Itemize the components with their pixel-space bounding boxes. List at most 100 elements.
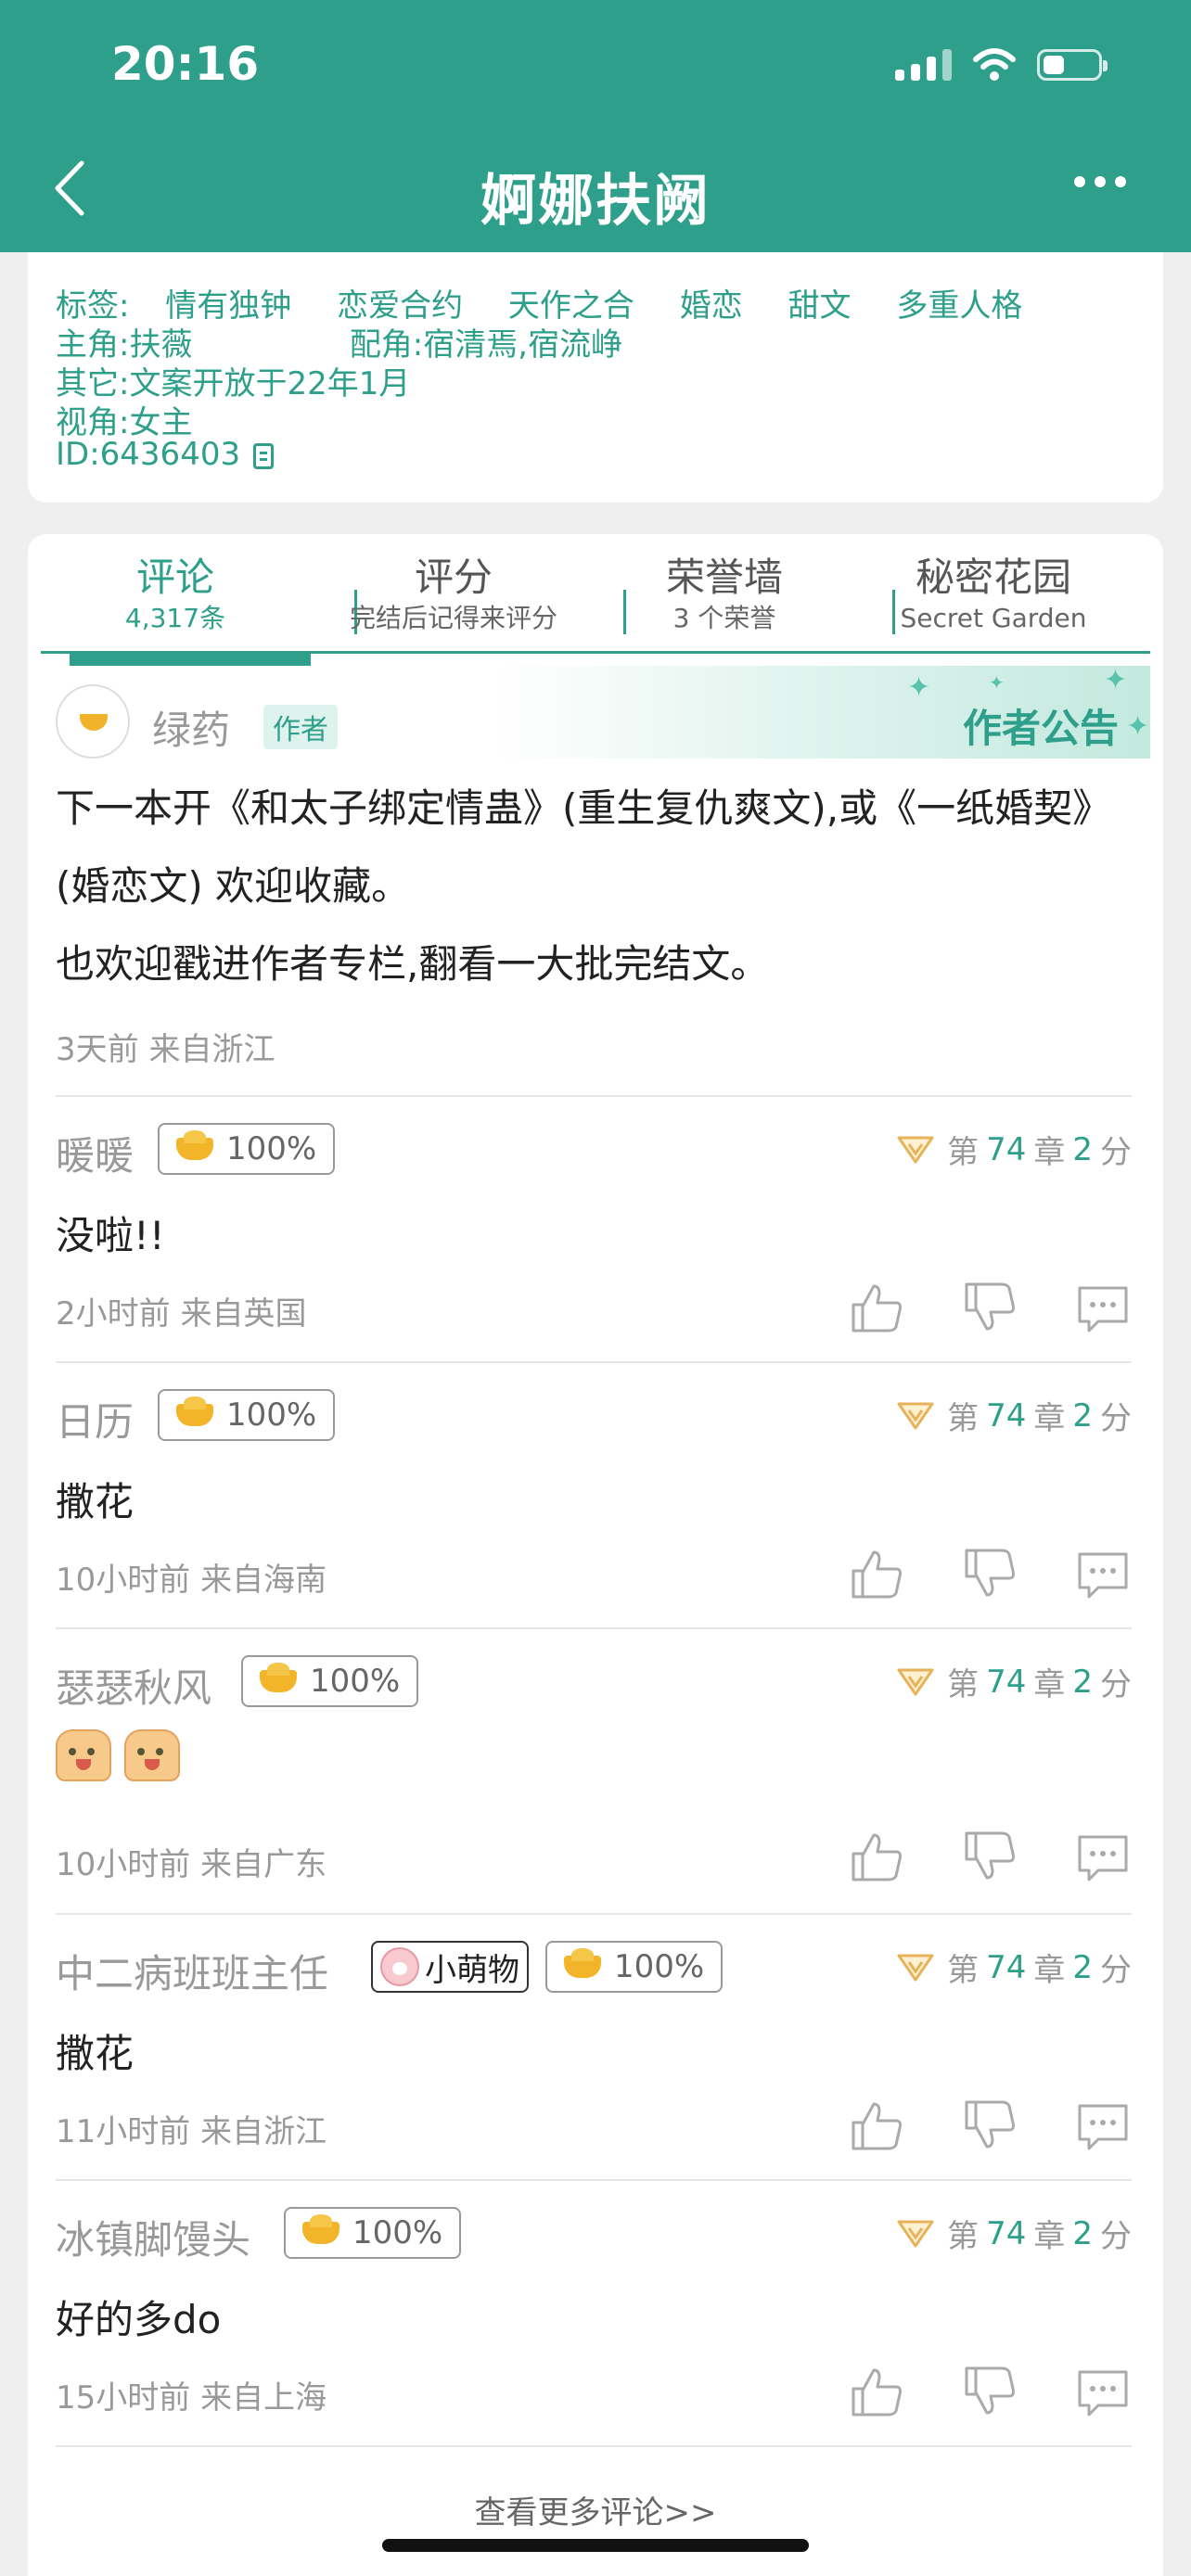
tag[interactable]: 甜文 — [788, 287, 852, 325]
cheering-emoji-icon — [56, 1729, 111, 1781]
tab-sub: 3 个荣誉 — [672, 603, 776, 633]
vip-v-icon — [897, 2220, 934, 2247]
commenter-name[interactable]: 冰镇脚馒头 — [56, 2209, 250, 2265]
thumbs-up-icon[interactable] — [848, 2363, 905, 2420]
gold-ingot-icon — [564, 1948, 601, 1978]
tab-bar: 评论 4,317条 评分 完结后记得来评分 荣誉墙 3 个荣誉 秘密花园 Sec… — [41, 553, 1150, 642]
comment-item: 暖暖 100% 第 74 章 2 分 没啦!! 2小时前 来自英国 — [56, 1097, 1132, 1363]
chapter-prefix: 第 — [947, 2218, 980, 2255]
tab-secret-garden[interactable]: 秘密花园 Secret Garden — [859, 553, 1128, 634]
active-tab-indicator — [70, 653, 311, 666]
gold-ingot-icon — [302, 2214, 339, 2244]
commenter-name[interactable]: 瑟瑟秋风 — [56, 1657, 211, 1714]
comment-actions — [848, 2363, 1132, 2420]
gold-ingot-icon — [260, 1663, 297, 1692]
comment-actions — [848, 1828, 1132, 1885]
author-badge: 作者 — [263, 705, 338, 749]
chapter-number: 74 — [986, 1130, 1027, 1168]
chapter-number: 74 — [986, 1948, 1027, 1986]
announcement-label: 作者公告 — [962, 706, 1119, 751]
tab-label: 秘密花园 — [915, 555, 1071, 600]
commenter-name[interactable]: 暖暖 — [56, 1125, 134, 1181]
sparkle-icon: ✦ — [907, 671, 931, 704]
chapter-score: 第 74 章 2 分 — [897, 1659, 1132, 1704]
chapter-number: 74 — [986, 1396, 1027, 1435]
comment-item: 日历 100% 第 74 章 2 分 撒花 10小时前 来自海南 — [56, 1363, 1132, 1629]
thumbs-down-icon[interactable] — [961, 1545, 1018, 1602]
comment-meta: 11小时前 来自浙江 — [56, 2113, 327, 2150]
commenter-name[interactable]: 中二病班班主任 — [56, 1943, 328, 1999]
reply-icon[interactable] — [1074, 2363, 1132, 2420]
reply-icon[interactable] — [1074, 1279, 1132, 1336]
signal-icon — [895, 49, 952, 81]
divider — [56, 2445, 1132, 2447]
tag[interactable]: 婚恋 — [680, 287, 743, 325]
thumbs-down-icon[interactable] — [961, 1279, 1018, 1336]
tab-honor-wall[interactable]: 荣誉墙 3 个荣誉 — [590, 553, 859, 634]
book-id: ID:6436403 — [56, 436, 241, 473]
badge-label: 小萌物 — [425, 1951, 519, 1989]
score-number: 2 — [1072, 1948, 1093, 1986]
badge-value: 100% — [310, 1663, 401, 1700]
commenter-badges: 100% — [284, 2207, 462, 2259]
score-number: 2 — [1072, 1396, 1093, 1435]
thumbs-up-icon[interactable] — [848, 2097, 905, 2154]
badge-value: 100% — [352, 2214, 443, 2251]
author-name[interactable]: 绿药 — [152, 699, 230, 756]
view-more-comments-link[interactable]: 查看更多评论>> — [28, 2487, 1163, 2532]
comments-card: 评论 4,317条 评分 完结后记得来评分 荣誉墙 3 个荣誉 秘密花园 Sec… — [28, 534, 1163, 2576]
reply-icon[interactable] — [1074, 2097, 1132, 2154]
announcement-line: 也欢迎戳进作者专栏,翻看一大批完结文。 — [56, 941, 770, 987]
thumbs-up-icon[interactable] — [848, 1545, 905, 1602]
comment-meta: 2小时前 来自英国 — [56, 1295, 307, 1333]
tab-comments[interactable]: 评论 4,317条 — [41, 553, 310, 634]
ingot-badge: 100% — [284, 2207, 462, 2259]
commenter-badges: 100% — [158, 1389, 336, 1441]
comment-emoji-row — [56, 1729, 193, 1781]
commenter-name[interactable]: 日历 — [56, 1391, 134, 1447]
score-unit: 分 — [1100, 1400, 1132, 1437]
tab-sub: 完结后记得来评分 — [349, 603, 557, 633]
comment-actions — [848, 1545, 1132, 1602]
tag[interactable]: 多重人格 — [896, 287, 1022, 325]
vip-v-icon — [897, 1402, 934, 1429]
ingot-badge: 100% — [241, 1655, 419, 1707]
comment-item: 瑟瑟秋风 100% 第 74 章 2 分 10小时前 来自广东 — [56, 1629, 1132, 1913]
chapter-unit: 章 — [1033, 1952, 1066, 1989]
reply-icon[interactable] — [1074, 1828, 1132, 1885]
wifi-icon — [973, 48, 1016, 81]
tab-sub: Secret Garden — [900, 603, 1087, 633]
cute-pet-badge: 小萌物 — [371, 1941, 529, 1993]
id-line: ID:6436403 — [56, 436, 275, 473]
chapter-score: 第 74 章 2 分 — [897, 2211, 1132, 2256]
comment-item: 冰镇脚馒头 100% 第 74 章 2 分 好的多do 15小时前 来自上海 — [56, 2181, 1132, 2447]
score-number: 2 — [1072, 2214, 1093, 2252]
chapter-score: 第 74 章 2 分 — [897, 1393, 1132, 1438]
comment-item: 中二病班班主任 小萌物 100% 第 74 章 2 分 撒花 11小时前 来自浙江 — [56, 1915, 1132, 2181]
thumbs-down-icon[interactable] — [961, 2363, 1018, 2420]
author-avatar[interactable] — [56, 684, 130, 759]
chapter-unit: 章 — [1033, 1400, 1066, 1437]
thumbs-down-icon[interactable] — [961, 2097, 1018, 2154]
home-indicator[interactable] — [382, 2539, 809, 2552]
book-info-card: 标签: 情有独钟 恋爱合约 天作之合 婚恋 甜文 多重人格 主角:扶薇 配角:宿… — [28, 252, 1163, 503]
announcement-meta: 3天前 来自浙江 — [56, 1031, 275, 1068]
copy-icon[interactable] — [253, 442, 275, 469]
score-unit: 分 — [1100, 1134, 1132, 1171]
comment-text: 没啦!! — [56, 1213, 165, 1258]
more-icon[interactable] — [1074, 176, 1126, 187]
status-time: 20:16 — [111, 37, 260, 91]
badge-value: 100% — [226, 1396, 317, 1434]
ingot-badge: 100% — [158, 1123, 336, 1175]
thumbs-up-icon[interactable] — [848, 1279, 905, 1336]
tab-label: 荣誉墙 — [665, 555, 783, 600]
chapter-number: 74 — [986, 1663, 1027, 1701]
reply-icon[interactable] — [1074, 1545, 1132, 1602]
thumbs-up-icon[interactable] — [848, 1828, 905, 1885]
page-title: 婀娜扶阙 — [480, 169, 711, 234]
sparkle-icon: ✦ — [1104, 664, 1128, 696]
tab-rating[interactable]: 评分 完结后记得来评分 — [319, 553, 588, 634]
thumbs-down-icon[interactable] — [961, 1828, 1018, 1885]
score-number: 2 — [1072, 1663, 1093, 1701]
vip-v-icon — [897, 1668, 934, 1695]
